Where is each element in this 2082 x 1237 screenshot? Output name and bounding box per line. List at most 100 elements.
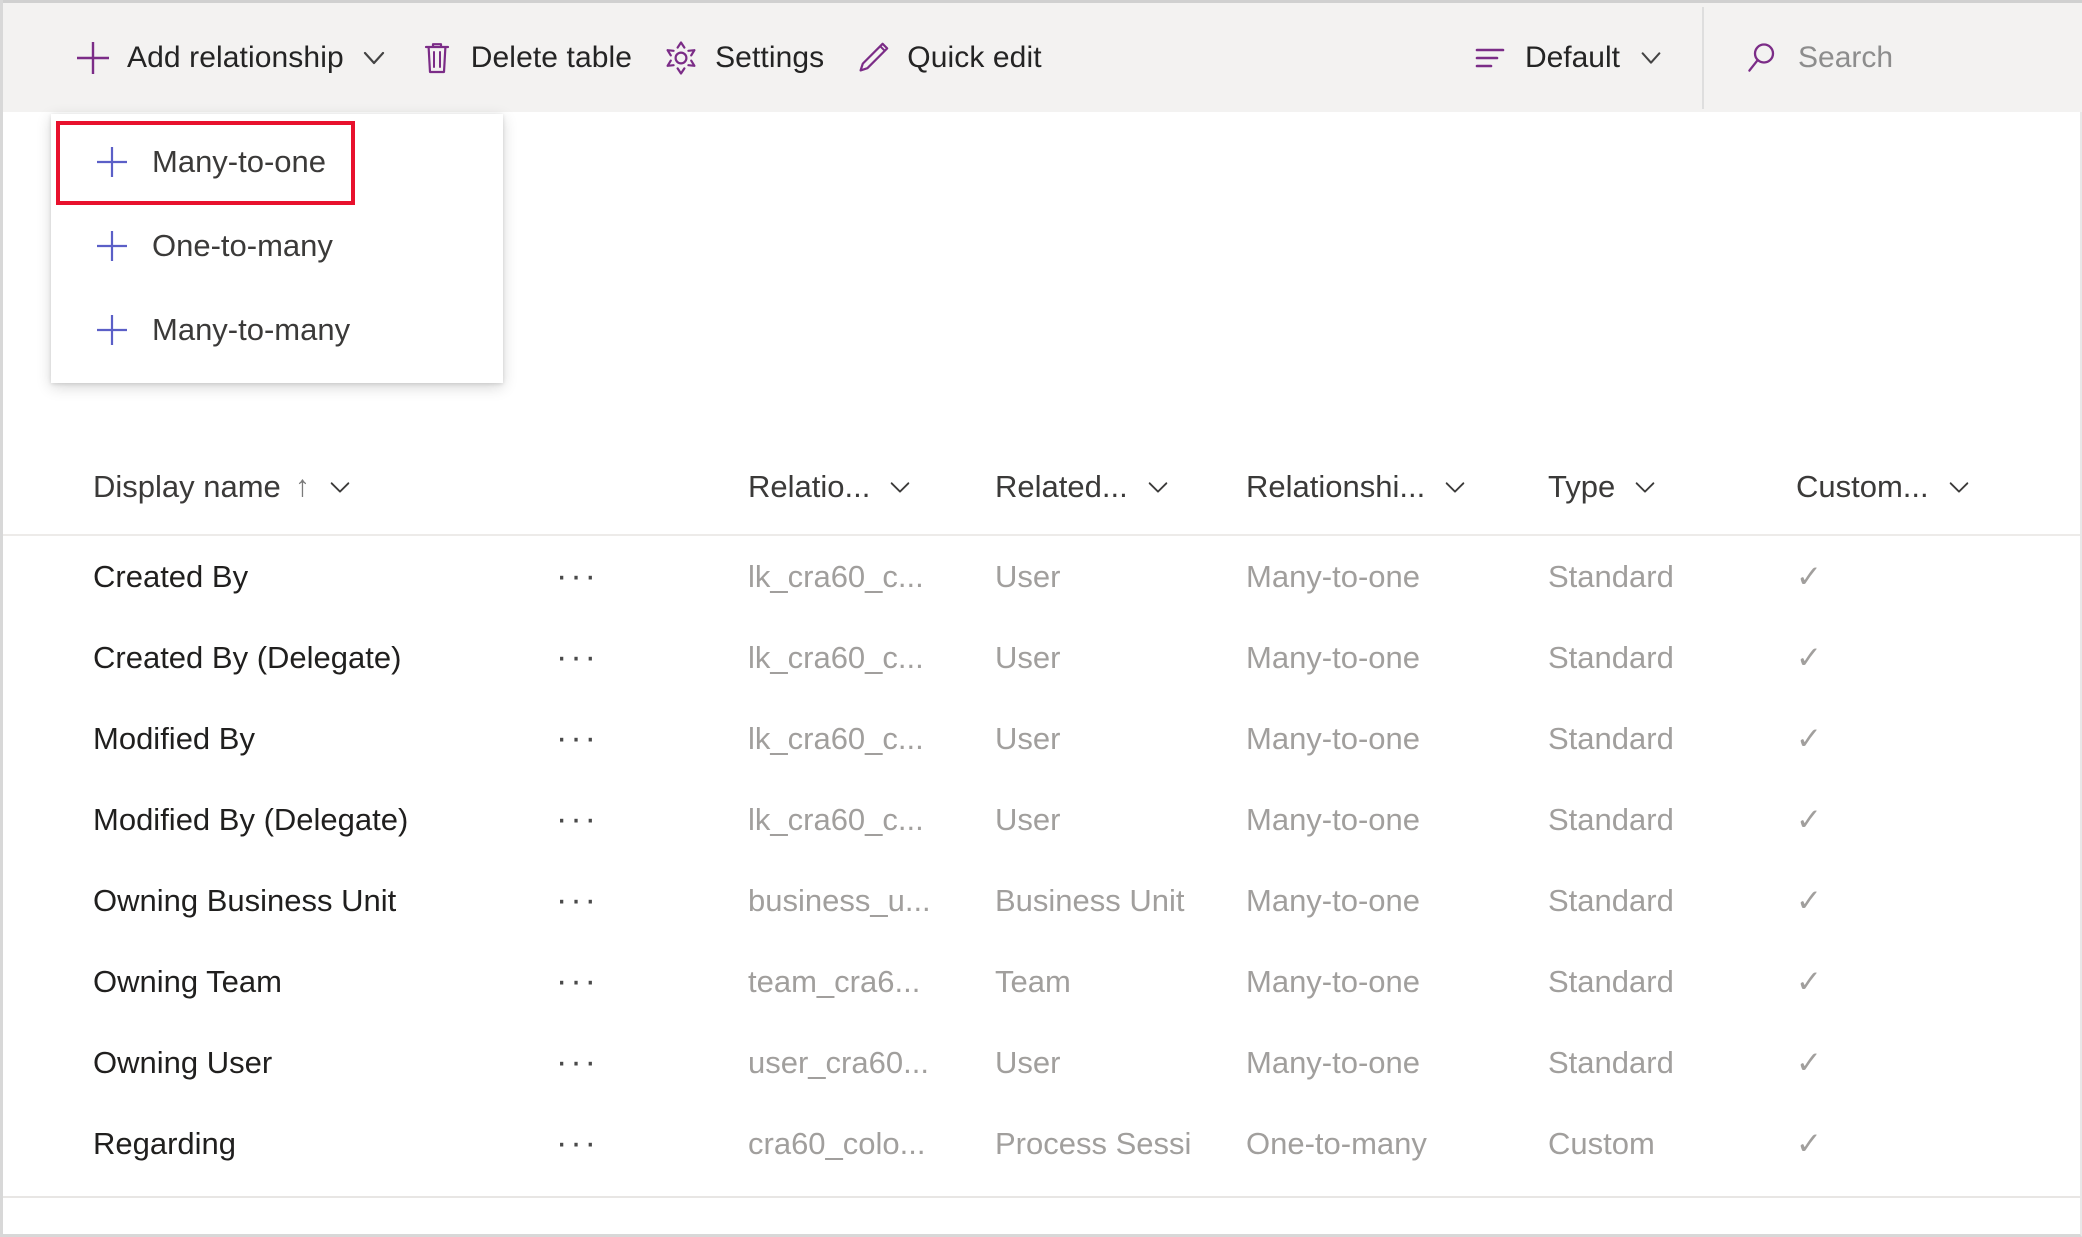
cell-relationship-name: team_cra6...: [748, 963, 921, 999]
cell-relationship-type: Many-to-one: [1246, 720, 1421, 756]
gear-icon: [660, 37, 702, 79]
cell-related-table: User: [995, 1044, 1061, 1080]
chevron-down-icon[interactable]: [887, 474, 913, 500]
chevron-down-icon[interactable]: [1442, 474, 1468, 500]
column-header-display-name[interactable]: Display name ↑: [93, 469, 748, 505]
table-row[interactable]: Created By (Delegate) ··· lk_cra60_c... …: [3, 617, 2080, 698]
table-row[interactable]: Owning User ··· user_cra60... User Many-…: [3, 1022, 2080, 1103]
chevron-down-icon[interactable]: [1946, 474, 1972, 500]
cell-custom-checkmark-icon: ✓: [1796, 639, 1822, 675]
cell-relationship-type: Many-to-one: [1246, 1044, 1421, 1080]
plus-icon: [93, 143, 131, 181]
ellipsis-icon[interactable]: ···: [468, 719, 599, 758]
cell-type: Standard: [1548, 558, 1674, 594]
add-relationship-button[interactable]: Add relationship: [58, 22, 402, 94]
ellipsis-icon[interactable]: ···: [468, 962, 599, 1001]
cell-related-table: Team: [995, 963, 1071, 999]
grid-header-row: Display name ↑ Relatio... Related... Rel…: [3, 440, 2080, 536]
add-relationship-menu: Many-to-one One-to-many Many-to-many: [51, 114, 503, 383]
cell-related-table: User: [995, 639, 1061, 675]
cell-custom-checkmark-icon: ✓: [1796, 720, 1822, 756]
ellipsis-icon[interactable]: ···: [468, 1124, 599, 1163]
row-more-actions-button[interactable]: ···: [468, 962, 748, 1001]
sort-ascending-icon: ↑: [294, 470, 310, 503]
table-row[interactable]: Owning Business Unit ··· business_u... B…: [3, 860, 2080, 941]
chevron-down-icon: [1638, 45, 1664, 71]
ellipsis-icon[interactable]: ···: [468, 557, 599, 596]
cell-display-name: Owning Business Unit: [93, 882, 397, 918]
cell-relationship-name: lk_cra60_c...: [748, 558, 924, 594]
menu-item-many-to-one[interactable]: Many-to-one: [51, 120, 503, 204]
cell-relationship-type: Many-to-one: [1246, 801, 1421, 837]
cell-related-table: Process Sessi: [995, 1125, 1192, 1161]
cell-related-table: Business Unit: [995, 882, 1185, 918]
row-more-actions-button[interactable]: ···: [468, 1124, 748, 1163]
ellipsis-icon[interactable]: ···: [468, 1043, 599, 1082]
table-row[interactable]: Created By ··· lk_cra60_c... User Many-t…: [3, 536, 2080, 617]
cell-relationship-type: Many-to-one: [1246, 963, 1421, 999]
command-bar-right-group: Default Search: [1463, 2, 2082, 114]
cell-type: Standard: [1548, 639, 1674, 675]
column-header-relationship-type-label: Relationshi...: [1246, 469, 1426, 504]
plus-icon: [93, 311, 131, 349]
cell-display-name: Owning User: [93, 1044, 273, 1080]
cell-display-name: Created By: [93, 558, 249, 594]
plus-icon: [72, 37, 114, 79]
cell-relationship-name: lk_cra60_c...: [748, 639, 924, 675]
column-header-relationship-name[interactable]: Relatio...: [748, 469, 995, 505]
add-relationship-label: Add relationship: [127, 40, 344, 74]
column-header-custom[interactable]: Custom...: [1796, 469, 1996, 505]
view-selector-label: Default: [1524, 40, 1620, 74]
table-row[interactable]: Owning Team ··· team_cra6... Team Many-t…: [3, 941, 2080, 1022]
delete-table-button[interactable]: Delete table: [402, 22, 646, 94]
view-selector[interactable]: Default: [1463, 22, 1680, 94]
row-more-actions-button[interactable]: ···: [468, 557, 748, 596]
quick-edit-button[interactable]: Quick edit: [838, 22, 1055, 94]
cell-display-name: Modified By (Delegate): [93, 801, 409, 837]
column-header-related-table[interactable]: Related...: [995, 469, 1246, 505]
plus-icon: [93, 227, 131, 265]
relationships-grid: Display name ↑ Relatio... Related... Rel…: [3, 440, 2080, 1184]
ellipsis-icon[interactable]: ···: [468, 800, 599, 839]
row-more-actions-button[interactable]: ···: [468, 1043, 748, 1082]
cell-display-name: Created By (Delegate): [93, 639, 402, 675]
cell-relationship-name: cra60_colo...: [748, 1125, 926, 1161]
menu-item-many-to-many[interactable]: Many-to-many: [51, 288, 503, 372]
grid-bottom-divider: [3, 1196, 2080, 1198]
view-list-icon: [1469, 37, 1511, 79]
cell-type: Standard: [1548, 720, 1674, 756]
cell-custom-checkmark-icon: ✓: [1796, 882, 1822, 918]
column-header-type[interactable]: Type: [1548, 469, 1796, 505]
row-more-actions-button[interactable]: ···: [468, 719, 748, 758]
chevron-down-icon[interactable]: [327, 474, 353, 500]
search-input[interactable]: Search: [1704, 2, 2082, 114]
table-row[interactable]: Regarding ··· cra60_colo... Process Sess…: [3, 1103, 2080, 1184]
cell-custom-checkmark-icon: ✓: [1796, 801, 1822, 837]
menu-item-one-to-many[interactable]: One-to-many: [51, 204, 503, 288]
command-bar: Add relationship Delete table Settings Q…: [3, 0, 2082, 112]
quick-edit-label: Quick edit: [907, 40, 1042, 74]
cell-type: Standard: [1548, 882, 1674, 918]
chevron-down-icon[interactable]: [1145, 474, 1171, 500]
cell-relationship-name: user_cra60...: [748, 1044, 929, 1080]
app-root: Add relationship Delete table Settings Q…: [0, 0, 2082, 1237]
cell-custom-checkmark-icon: ✓: [1796, 963, 1822, 999]
row-more-actions-button[interactable]: ···: [468, 881, 748, 920]
ellipsis-icon[interactable]: ···: [468, 881, 599, 920]
table-row[interactable]: Modified By ··· lk_cra60_c... User Many-…: [3, 698, 2080, 779]
column-header-custom-label: Custom...: [1796, 469, 1929, 504]
row-more-actions-button[interactable]: ···: [468, 800, 748, 839]
cell-relationship-name: lk_cra60_c...: [748, 801, 924, 837]
menu-item-many-to-many-label: Many-to-many: [152, 312, 351, 347]
cell-related-table: User: [995, 720, 1061, 756]
column-header-relationship-name-label: Relatio...: [748, 469, 871, 504]
ellipsis-icon[interactable]: ···: [468, 638, 599, 677]
cell-display-name: Modified By: [93, 720, 255, 756]
table-row[interactable]: Modified By (Delegate) ··· lk_cra60_c...…: [3, 779, 2080, 860]
trash-icon: [416, 37, 458, 79]
cell-related-table: User: [995, 558, 1061, 594]
chevron-down-icon[interactable]: [1632, 474, 1658, 500]
column-header-relationship-type[interactable]: Relationshi...: [1246, 469, 1548, 505]
row-more-actions-button[interactable]: ···: [468, 638, 748, 677]
settings-button[interactable]: Settings: [646, 22, 838, 94]
